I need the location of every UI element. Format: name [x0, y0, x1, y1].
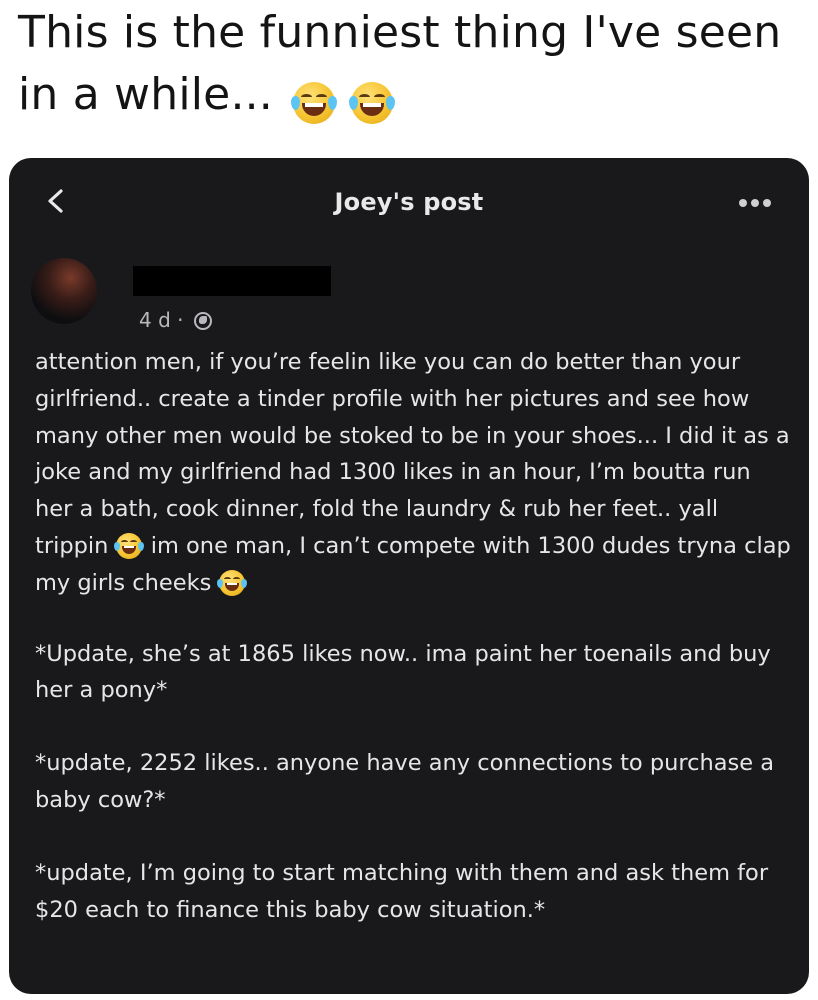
post-update: *update, I’m going to start matching wit… [35, 859, 769, 923]
post-text: im one man, I can’t compete with 1300 du… [35, 532, 791, 596]
page-title: Joey's post [334, 188, 484, 216]
face-with-tears-of-joy-icon [349, 82, 396, 124]
post-text: attention men, if you’re feelin like you… [35, 349, 790, 559]
face-with-tears-of-joy-icon [113, 533, 144, 560]
post-body: attention men, if you’re feelin like you… [35, 344, 795, 964]
post-timestamp: 4 d · [139, 308, 212, 332]
meme-caption: This is the funniest thing I've seen in … [18, 2, 808, 132]
face-with-tears-of-joy-icon [216, 570, 247, 597]
globe-icon [193, 312, 212, 330]
caption-emoji-group [291, 70, 396, 132]
caption-text: This is the funniest thing I've seen in … [18, 7, 782, 120]
post-paragraph: attention men, if you’re feelin like you… [35, 344, 795, 602]
post-update: *update, 2252 likes.. anyone have any co… [35, 750, 775, 813]
avatar[interactable] [31, 258, 97, 324]
timestamp-text: 4 d · [139, 308, 184, 332]
face-with-tears-of-joy-icon [291, 82, 338, 124]
post-header: Joey's post [9, 158, 809, 248]
more-options-icon[interactable] [739, 192, 779, 207]
post-update: *Update, she’s at 1865 likes now.. ima p… [35, 640, 771, 704]
post-screenshot: Joey's post 4 d · attention men, if you’… [9, 158, 809, 994]
author-name-redacted [133, 266, 331, 296]
post-author: 4 d · [31, 252, 791, 332]
